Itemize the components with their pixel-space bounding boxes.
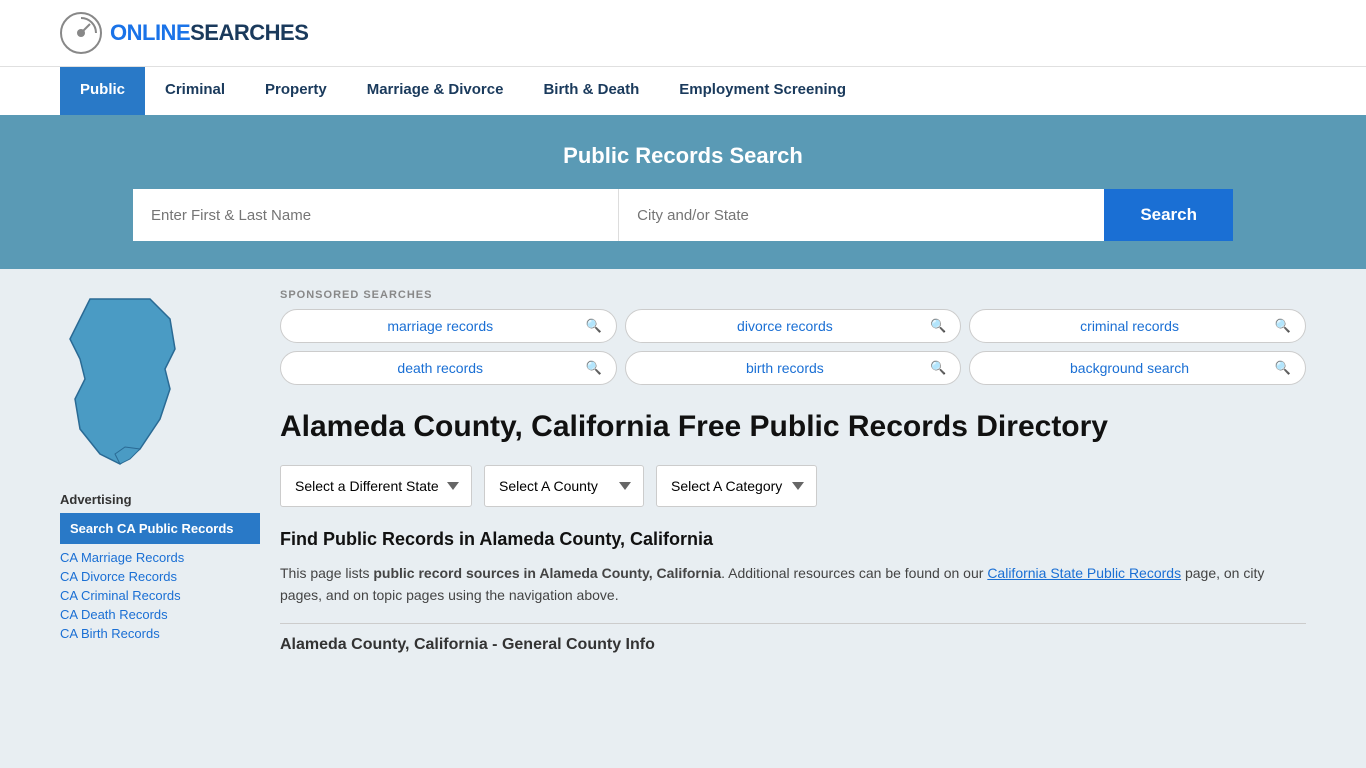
tag-divorce-records[interactable]: divorce records 🔍 bbox=[625, 309, 962, 343]
nav-item-public[interactable]: Public bbox=[60, 67, 145, 115]
tag-criminal-records[interactable]: criminal records 🔍 bbox=[969, 309, 1306, 343]
sponsored-label: SPONSORED SEARCHES bbox=[280, 289, 1306, 301]
nav-item-criminal[interactable]: Criminal bbox=[145, 67, 245, 115]
sidebar: Advertising Search CA Public Records CA … bbox=[60, 289, 260, 660]
find-records-title: Find Public Records in Alameda County, C… bbox=[280, 529, 1306, 550]
search-button[interactable]: Search bbox=[1104, 189, 1233, 241]
search-tag-icon-4: 🔍 bbox=[585, 360, 601, 376]
search-tag-icon-3: 🔍 bbox=[1275, 318, 1291, 334]
tag-birth-records[interactable]: birth records 🔍 bbox=[625, 351, 962, 385]
search-banner-title: Public Records Search bbox=[60, 143, 1306, 169]
tag-background-search[interactable]: background search 🔍 bbox=[969, 351, 1306, 385]
page-heading: Alameda County, California Free Public R… bbox=[280, 409, 1306, 445]
find-text-bold: public record sources in Alameda County,… bbox=[373, 565, 721, 581]
search-tags: marriage records 🔍 divorce records 🔍 cri… bbox=[280, 309, 1306, 385]
logo[interactable]: ONLINESEARCHES bbox=[60, 12, 308, 54]
nav-item-property[interactable]: Property bbox=[245, 67, 347, 115]
tag-birth-records-text: birth records bbox=[640, 360, 930, 376]
county-info-heading: Alameda County, California - General Cou… bbox=[280, 623, 1306, 660]
find-text-part1: This page lists bbox=[280, 565, 373, 581]
content-area: SPONSORED SEARCHES marriage records 🔍 di… bbox=[280, 289, 1306, 660]
tag-background-search-text: background search bbox=[984, 360, 1274, 376]
search-tag-icon-2: 🔍 bbox=[930, 318, 946, 334]
nav-item-employment[interactable]: Employment Screening bbox=[659, 67, 866, 115]
site-header: ONLINESEARCHES bbox=[0, 0, 1366, 66]
location-search-input[interactable] bbox=[619, 189, 1104, 241]
sidebar-link-divorce[interactable]: CA Divorce Records bbox=[60, 567, 260, 586]
dropdowns-row: Select a Different State Select A County… bbox=[280, 465, 1306, 507]
search-banner: Public Records Search Search bbox=[0, 115, 1366, 269]
main-content: Advertising Search CA Public Records CA … bbox=[0, 269, 1366, 680]
category-dropdown[interactable]: Select A Category bbox=[656, 465, 817, 507]
sidebar-link-death[interactable]: CA Death Records bbox=[60, 605, 260, 624]
tag-death-records[interactable]: death records 🔍 bbox=[280, 351, 617, 385]
sidebar-ad-box[interactable]: Search CA Public Records bbox=[60, 513, 260, 544]
search-tag-icon-6: 🔍 bbox=[1275, 360, 1291, 376]
search-form: Search bbox=[133, 189, 1233, 241]
tag-marriage-records[interactable]: marriage records 🔍 bbox=[280, 309, 617, 343]
state-dropdown[interactable]: Select a Different State bbox=[280, 465, 472, 507]
search-tag-icon-1: 🔍 bbox=[585, 318, 601, 334]
california-map bbox=[60, 289, 190, 469]
sidebar-link-birth[interactable]: CA Birth Records bbox=[60, 624, 260, 643]
find-records-text: This page lists public record sources in… bbox=[280, 562, 1306, 607]
nav-item-birth-death[interactable]: Birth & Death bbox=[523, 67, 659, 115]
name-search-input[interactable] bbox=[133, 189, 619, 241]
tag-criminal-records-text: criminal records bbox=[984, 318, 1274, 334]
california-state-records-link[interactable]: California State Public Records bbox=[987, 565, 1181, 581]
tag-divorce-records-text: divorce records bbox=[640, 318, 930, 334]
county-dropdown[interactable]: Select A County bbox=[484, 465, 644, 507]
logo-icon bbox=[60, 12, 102, 54]
sidebar-link-marriage[interactable]: CA Marriage Records bbox=[60, 548, 260, 567]
nav-item-marriage-divorce[interactable]: Marriage & Divorce bbox=[347, 67, 524, 115]
tag-marriage-records-text: marriage records bbox=[295, 318, 585, 334]
logo-text: ONLINESEARCHES bbox=[110, 20, 308, 46]
sidebar-link-criminal[interactable]: CA Criminal Records bbox=[60, 586, 260, 605]
tag-death-records-text: death records bbox=[295, 360, 585, 376]
sidebar-advertising-label: Advertising bbox=[60, 492, 260, 507]
find-text-part2: . Additional resources can be found on o… bbox=[721, 565, 987, 581]
search-tag-icon-5: 🔍 bbox=[930, 360, 946, 376]
main-nav: Public Criminal Property Marriage & Divo… bbox=[0, 66, 1366, 115]
